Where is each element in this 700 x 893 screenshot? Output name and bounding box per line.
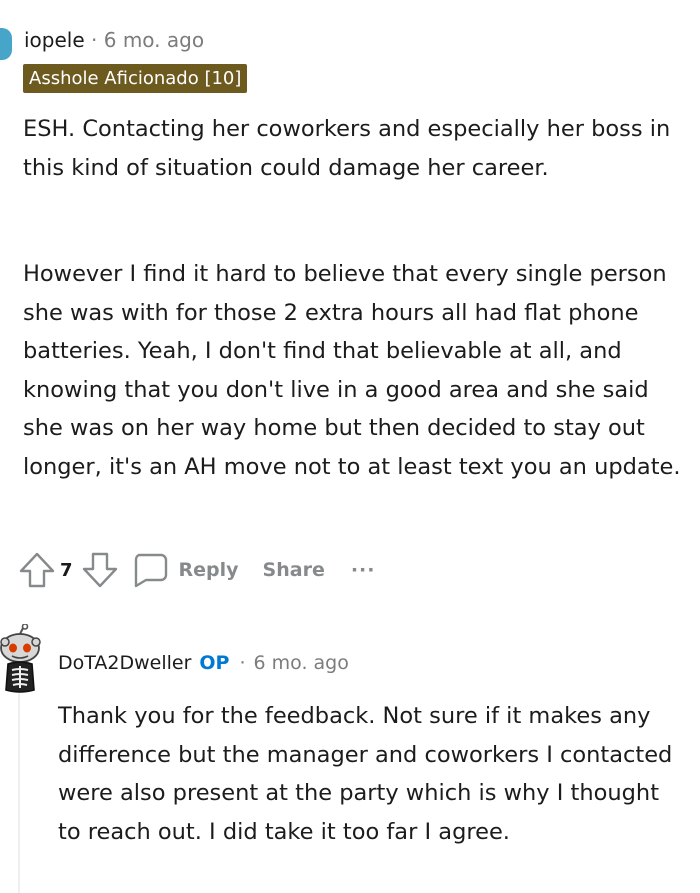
reply-header: DoTA2Dweller OP · 6 mo. ago — [58, 650, 349, 676]
more-options-icon[interactable]: ··· — [351, 559, 376, 581]
comment-bubble-icon — [131, 551, 169, 589]
timestamp[interactable]: 6 mo. ago — [254, 652, 349, 674]
comment-paragraph: However I find it hard to believe that e… — [23, 261, 681, 480]
upvote-icon[interactable] — [18, 550, 56, 590]
username[interactable]: iopele — [24, 28, 85, 52]
reply-paragraph: Thank you for the feedback. Not sure if … — [58, 703, 673, 845]
vote-count: 7 — [60, 559, 73, 581]
comment-header: iopele · 6 mo. ago — [24, 27, 204, 53]
op-badge: OP — [199, 652, 230, 674]
separator: · — [84, 28, 104, 52]
reply-button[interactable]: Reply — [131, 551, 239, 589]
reply-label: Reply — [178, 559, 239, 581]
username[interactable]: DoTA2Dweller — [58, 652, 191, 674]
comment-paragraph: ESH. Contacting her coworkers and especi… — [23, 116, 671, 181]
comment-action-bar: 7 Reply Share ··· — [18, 550, 376, 590]
snoo-avatar-icon[interactable] — [0, 623, 50, 696]
user-avatar[interactable] — [0, 28, 12, 60]
timestamp[interactable]: 6 mo. ago — [104, 28, 204, 52]
share-button[interactable]: Share — [263, 559, 325, 581]
separator: · — [239, 652, 246, 674]
thread-line[interactable] — [18, 690, 20, 893]
downvote-icon[interactable] — [81, 550, 119, 590]
user-flair: Asshole Aficionado [10] — [23, 64, 248, 93]
